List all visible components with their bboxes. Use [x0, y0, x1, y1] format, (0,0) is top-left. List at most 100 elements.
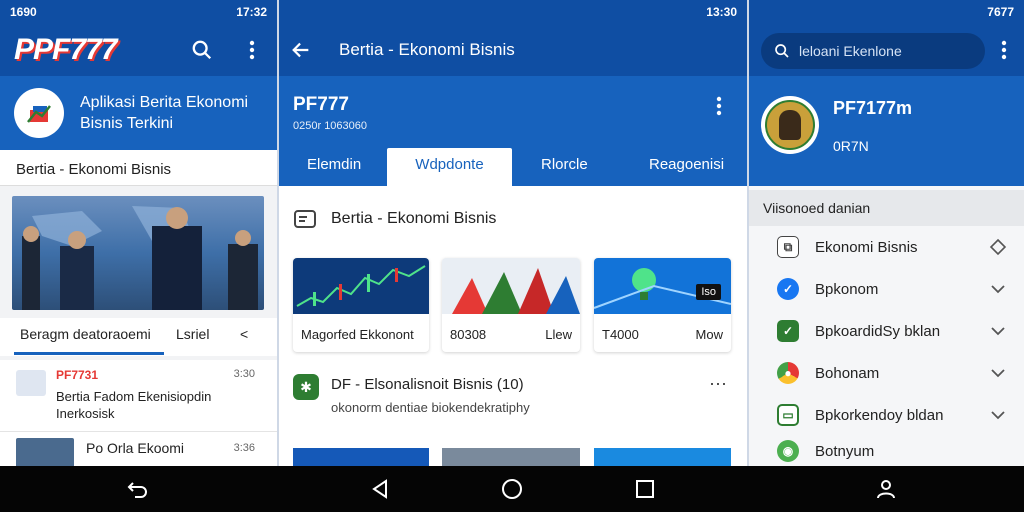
diamond-icon[interactable]	[988, 237, 1008, 257]
list-item-label: Ekonomi Bisnis	[815, 238, 918, 256]
content-area: Bertia - Ekonomi Bisnis Magorfed Ekkonon…	[279, 186, 747, 466]
section-title: Bertia - Ekonomi Bisnis	[331, 210, 497, 227]
system-nav-bar	[0, 466, 1024, 512]
tab-article[interactable]: Rlorcle	[541, 156, 588, 173]
right-app-pane: 7677 leloani Ekenlone PF7177m 0R7N Viiso…	[749, 0, 1024, 466]
tab-home[interactable]: Elemdin	[307, 156, 361, 173]
expand-icon[interactable]	[988, 279, 1008, 299]
home-icon[interactable]	[500, 477, 524, 501]
section-title: Bertia - Ekonomi Bisnis	[0, 150, 277, 186]
status-clock: 7677	[987, 5, 1014, 19]
card-meta: Mow	[695, 327, 723, 342]
app-logo: PPF777	[14, 33, 117, 66]
news-title: Po Orla Ekoomi	[86, 440, 185, 456]
list-item[interactable]: ✓ Bpkonom	[749, 268, 1024, 310]
account-icon[interactable]	[874, 477, 898, 501]
split-screen: 1690 17:32 PPF777 Aplikasi Berita Ekonom…	[0, 0, 1024, 466]
list-item-label: Bpkonom	[815, 280, 879, 298]
section-header: Viisonoed danian	[749, 190, 1024, 226]
post-title[interactable]: DF - Elsonalisnoit Bisnis (10)	[331, 376, 524, 393]
chat-icon: ▭	[777, 404, 799, 426]
list-item-label: Botnyum	[815, 442, 875, 460]
list-item-label: Bohonam	[815, 364, 880, 382]
list-item[interactable]: ▭ Bpkorkendoy bldan	[749, 394, 1024, 436]
news-card[interactable]: Magorfed Ekkonont	[293, 258, 429, 352]
card-preview[interactable]	[442, 448, 580, 466]
news-thumbnail	[16, 438, 74, 466]
search-input[interactable]: leloani Ekenlone	[799, 43, 902, 59]
card-label: Magorfed Ekkonont	[301, 327, 414, 342]
back-arrow-icon[interactable]	[289, 38, 313, 62]
chart-thumbnail	[293, 258, 429, 314]
globe-icon: ◉	[777, 440, 799, 462]
list-item-label: Bpkorkendoy bldan	[815, 406, 944, 424]
profile-header: PF7177m 0R7N	[749, 76, 1024, 186]
chevron-down-icon[interactable]	[988, 321, 1008, 341]
back-icon[interactable]	[126, 477, 150, 501]
card-meta: Llew	[545, 327, 572, 342]
news-item[interactable]: PF7731 3:30 Bertia Fadom Ekenisiopdin In…	[0, 360, 277, 432]
chevron-down-icon[interactable]	[988, 405, 1008, 425]
list-item[interactable]: ✓ BpkoardidSy bklan	[749, 310, 1024, 352]
news-card[interactable]: Iso T4000 Mow	[594, 258, 731, 352]
tab-regional[interactable]: Reagoenisi	[649, 156, 724, 173]
app-icon	[14, 88, 64, 138]
nav-back-triangle-icon[interactable]	[368, 477, 392, 501]
news-item[interactable]: Po Orla Ekoomi 3:36	[0, 432, 277, 466]
post-avatar: ✱	[293, 374, 319, 400]
status-clock: 13:30	[706, 5, 737, 19]
app-header: Aplikasi Berita Ekonomi Bisnis Terkini	[0, 76, 277, 150]
tab-bar: Beragm deatoraoemi Lsriel <	[0, 318, 277, 356]
flags-thumbnail	[442, 258, 580, 314]
list-item[interactable]: ● Bohonam	[749, 352, 1024, 394]
news-thumbnail	[16, 370, 46, 396]
status-time: 1690	[10, 5, 37, 19]
tab-updates[interactable]: Wdpdonte	[387, 148, 512, 186]
news-tag: PF7731	[56, 368, 99, 382]
page-title: Bertia - Ekonomi Bisnis	[339, 40, 515, 59]
tab-second[interactable]: Lsriel	[176, 326, 209, 342]
status-bar: 7677	[749, 0, 1024, 24]
status-bar: 1690 17:32	[0, 0, 277, 24]
expand-icon[interactable]	[988, 363, 1008, 383]
profile-name: PF7177m	[833, 98, 913, 118]
search-icon[interactable]	[190, 38, 214, 62]
search-box[interactable]: leloani Ekenlone	[761, 33, 985, 69]
hero-image[interactable]	[12, 196, 264, 310]
profile-subtitle: 0R7N	[833, 138, 869, 154]
post-subtitle: okonorm dentiae biokendekratiphy	[331, 400, 530, 415]
channel-subtitle: 0250r 1063060	[293, 120, 368, 132]
status-clock: 17:32	[236, 5, 267, 19]
messenger-icon: ✓	[777, 278, 799, 300]
more-vert-icon[interactable]	[994, 40, 1014, 60]
card-label: T4000	[602, 327, 639, 342]
list-item[interactable]: ◉ Botnyum	[749, 436, 1024, 466]
top-app-bar: Bertia - Ekonomi Bisnis	[279, 24, 747, 76]
channel-name: PF777	[293, 94, 349, 115]
card-preview[interactable]	[594, 448, 731, 466]
avatar[interactable]	[761, 96, 819, 154]
browser-icon: ⧉	[777, 236, 799, 258]
tab-indicator	[14, 352, 164, 355]
news-time: 3:36	[233, 442, 255, 454]
post-menu-icon[interactable]: ⋯	[709, 374, 727, 395]
top-app-bar: PPF777	[0, 24, 277, 76]
recents-icon[interactable]	[633, 477, 657, 501]
status-bar: 13:30	[279, 0, 747, 24]
sheet-icon: ✓	[777, 320, 799, 342]
news-title: Bertia Fadom Ekenisiopdin Inerkosisk	[56, 389, 212, 421]
tab-latest[interactable]: Beragm deatoraoemi	[20, 326, 151, 342]
more-vert-icon[interactable]	[240, 38, 264, 62]
left-app-pane: 1690 17:32 PPF777 Aplikasi Berita Ekonom…	[0, 0, 277, 466]
card-preview[interactable]	[293, 448, 429, 466]
news-time: 3:30	[233, 368, 255, 380]
middle-app-pane: 13:30 Bertia - Ekonomi Bisnis PF777 0250…	[279, 0, 747, 466]
list-item[interactable]: ⧉ Ekonomi Bisnis	[749, 226, 1024, 268]
more-vert-icon[interactable]	[709, 96, 729, 116]
chrome-icon: ●	[777, 362, 799, 384]
app-title: Aplikasi Berita Ekonomi Bisnis Terkini	[80, 94, 249, 132]
tab-more[interactable]: <	[240, 326, 248, 342]
top-app-bar: leloani Ekenlone	[749, 24, 1024, 76]
channel-header: PF777 0250r 1063060 Elemdin Wdpdonte Rlo…	[279, 76, 747, 186]
news-card[interactable]: 80308 Llew	[442, 258, 580, 352]
